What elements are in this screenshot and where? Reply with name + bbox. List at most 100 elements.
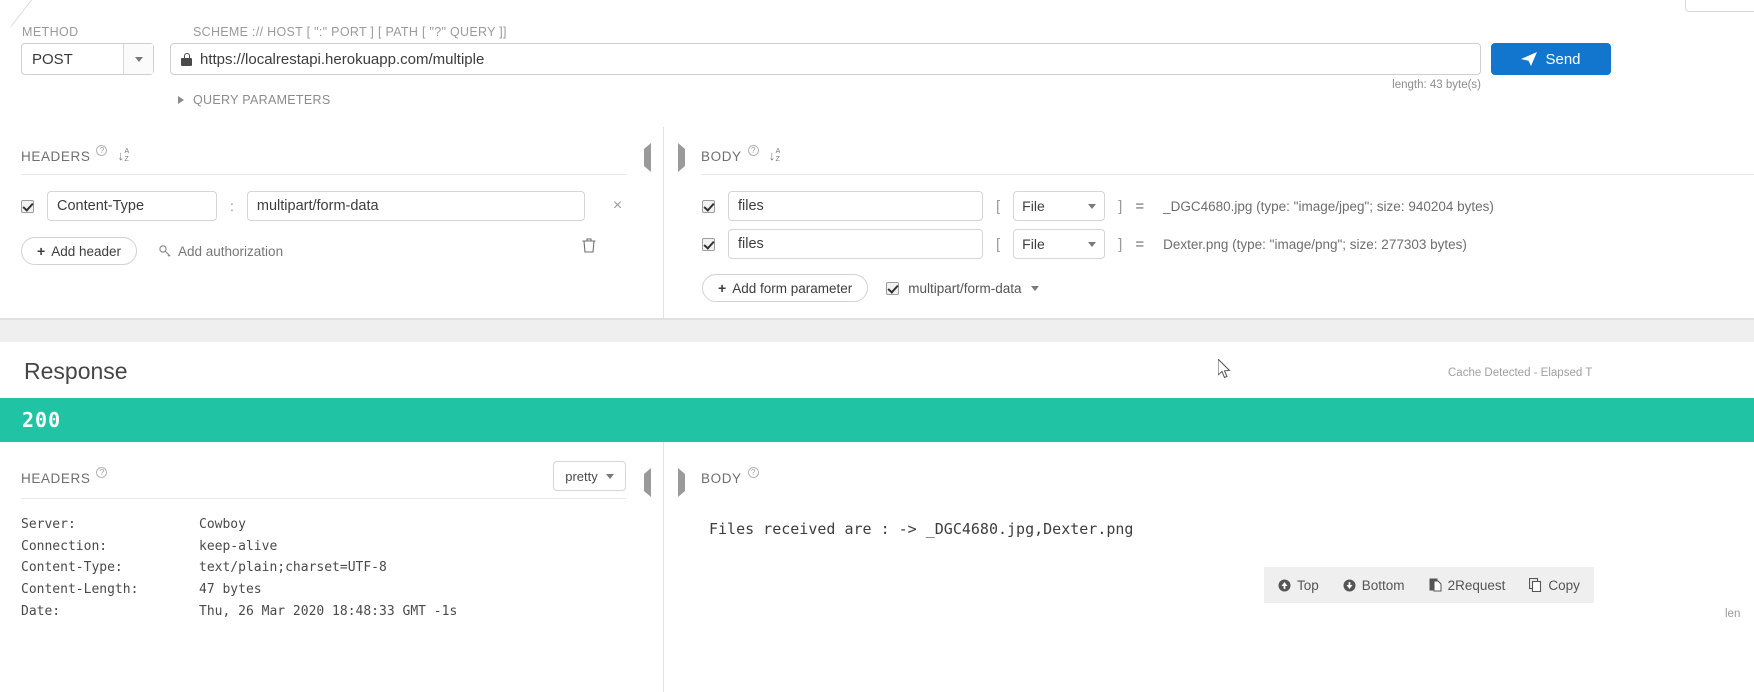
request-body-title: BODY	[701, 148, 742, 164]
header-name: Connection:	[21, 538, 108, 554]
add-header-label: Add header	[51, 243, 121, 259]
sort-alpha-icon[interactable]: ↓ AZ	[116, 148, 132, 164]
form-parameter-enabled-checkbox[interactable]	[702, 237, 715, 251]
header-key-input[interactable]: Content-Type	[47, 191, 217, 221]
form-parameter-type-select[interactable]: File	[1013, 191, 1106, 221]
encoding-enabled-checkbox[interactable]	[886, 281, 900, 295]
request-body-pane: BODY ? ↓ AZ files [ File ] = _DGC4680.jp…	[664, 127, 1754, 320]
mouse-cursor	[1218, 359, 1231, 379]
header-enabled-checkbox[interactable]	[21, 199, 34, 213]
sort-alpha-icon[interactable]: ↓ AZ	[768, 148, 784, 164]
add-form-parameter-label: Add form parameter	[732, 280, 853, 296]
status-code: 200	[22, 408, 62, 432]
question-circle-icon[interactable]: ?	[96, 467, 108, 478]
chevron-down-icon	[605, 473, 614, 479]
query-parameters-toggle[interactable]: QUERY PARAMETERS	[178, 93, 330, 107]
delete-all-headers-button[interactable]	[582, 237, 596, 258]
body-divider	[701, 174, 1754, 175]
response-view-select[interactable]: pretty	[553, 461, 626, 491]
send-button[interactable]: Send	[1491, 43, 1611, 75]
form-parameter-file-info: _DGC4680.jpg (type: "image/jpeg"; size: …	[1163, 198, 1494, 214]
form-parameter-enabled-checkbox[interactable]	[702, 199, 715, 213]
request-panes: HEADERS ? ↓ AZ Form Content-Type : multi…	[0, 127, 1754, 320]
request-tab-button[interactable]: 2Request	[1429, 577, 1506, 593]
method-dropdown-button[interactable]	[123, 44, 153, 74]
send-label: Send	[1545, 50, 1581, 68]
section-separator	[0, 320, 1754, 342]
response-collapse-right-button[interactable]	[678, 468, 685, 497]
header-value-input[interactable]: multipart/form-data	[246, 191, 585, 221]
open-bracket: [	[996, 197, 1001, 215]
trash-icon	[582, 238, 596, 253]
add-header-button[interactable]: + Add header	[21, 237, 137, 265]
scroll-top-button[interactable]: Top	[1278, 578, 1319, 593]
response-headers-title: HEADERS	[21, 470, 91, 486]
header-value: Cowboy	[199, 517, 246, 533]
headers-actions: + Add header Add authorization	[21, 237, 283, 265]
table-row: Content-Type: text/plain;charset=UTF-8	[21, 557, 457, 579]
response-body-title: BODY	[701, 470, 742, 486]
response-panes-divider	[663, 442, 664, 692]
method-value: POST	[32, 50, 73, 68]
add-form-parameter-button[interactable]: + Add form parameter	[702, 274, 869, 302]
table-row: Content-Length: 47 bytes	[21, 579, 457, 601]
api-client-window: METHOD SCHEME :// HOST [ ":" PORT ] [ PA…	[0, 0, 1754, 692]
header-name: Server:	[21, 517, 76, 533]
request-length-note: length: 43 byte(s)	[1392, 79, 1481, 91]
table-row: Connection: keep-alive	[21, 536, 457, 558]
response-status-bar: 200	[0, 398, 1754, 442]
header-value: Thu, 26 Mar 2020 18:48:33 GMT -1s	[199, 603, 458, 619]
encoding-select[interactable]: multipart/form-data	[886, 281, 1039, 296]
question-circle-icon[interactable]: ?	[747, 467, 759, 478]
form-parameter-type-value: File	[1022, 236, 1045, 252]
copy-label: Copy	[1548, 577, 1580, 593]
headers-divider	[21, 174, 626, 175]
response-view-value: pretty	[565, 468, 598, 484]
scroll-top-label: Top	[1297, 577, 1319, 593]
response-body-header: BODY ?	[701, 467, 759, 487]
request-tab-label: 2Request	[1447, 577, 1506, 593]
add-authorization-label: Add authorization	[178, 243, 284, 259]
collapse-left-button[interactable]	[644, 143, 651, 172]
body-actions: + Add form parameter multipart/form-data	[702, 274, 1039, 302]
chevron-down-icon	[1088, 241, 1097, 247]
add-authorization-button[interactable]: Add authorization	[159, 244, 283, 259]
copy-button[interactable]: Copy	[1529, 578, 1580, 593]
paper-plane-icon	[1521, 52, 1538, 66]
chevron-down-icon	[134, 56, 143, 62]
response-headers-table: Server: Cowboy Connection: keep-alive Co…	[21, 514, 457, 622]
question-circle-icon[interactable]: ?	[96, 145, 108, 156]
request-headers-pane: HEADERS ? ↓ AZ Form Content-Type : multi…	[0, 127, 663, 320]
cache-detected-note: Cache Detected - Elapsed T	[1448, 367, 1593, 379]
response-headers-divider	[21, 498, 626, 499]
plus-icon: +	[718, 280, 727, 296]
form-parameter-name-input[interactable]: files	[728, 191, 983, 221]
response-length-note: len	[1725, 608, 1741, 620]
query-parameters-label: QUERY PARAMETERS	[193, 93, 331, 107]
header-name: Content-Length:	[21, 582, 139, 598]
scroll-bottom-button[interactable]: Bottom	[1343, 578, 1405, 593]
form-parameter-file-info: Dexter.png (type: "image/png"; size: 277…	[1163, 236, 1467, 252]
url-format-label: SCHEME :// HOST [ ":" PORT ] [ PATH [ "?…	[193, 25, 507, 39]
form-parameter-name-input[interactable]: files	[728, 229, 983, 259]
chevron-down-icon	[1088, 203, 1097, 209]
arrow-down-circle-icon	[1343, 579, 1356, 591]
response-collapse-left-button[interactable]	[644, 468, 651, 497]
form-parameter-row: files [ File ] = _DGC4680.jpg (type: "im…	[702, 191, 1494, 221]
method-select[interactable]: POST	[21, 43, 154, 75]
header-name: Date:	[21, 603, 61, 619]
header-value: text/plain;charset=UTF-8	[199, 560, 387, 576]
request-headers-title: HEADERS	[21, 148, 91, 164]
copy-icon	[1529, 578, 1542, 592]
table-row: Server: Cowboy	[21, 514, 457, 536]
lock-icon	[181, 52, 192, 66]
open-bracket: [	[996, 235, 1001, 253]
response-body-content: Files received are : -> _DGC4680.jpg,Dex…	[709, 520, 1134, 538]
response-headers-header: HEADERS ?	[21, 467, 108, 487]
header-row: Content-Type : multipart/form-data ×	[21, 191, 622, 221]
form-parameter-type-select[interactable]: File	[1013, 229, 1106, 259]
header-value: keep-alive	[199, 538, 278, 554]
remove-header-button[interactable]: ×	[613, 197, 622, 215]
url-input[interactable]: https://localrestapi.herokuapp.com/multi…	[170, 43, 1481, 75]
question-circle-icon[interactable]: ?	[747, 145, 759, 156]
